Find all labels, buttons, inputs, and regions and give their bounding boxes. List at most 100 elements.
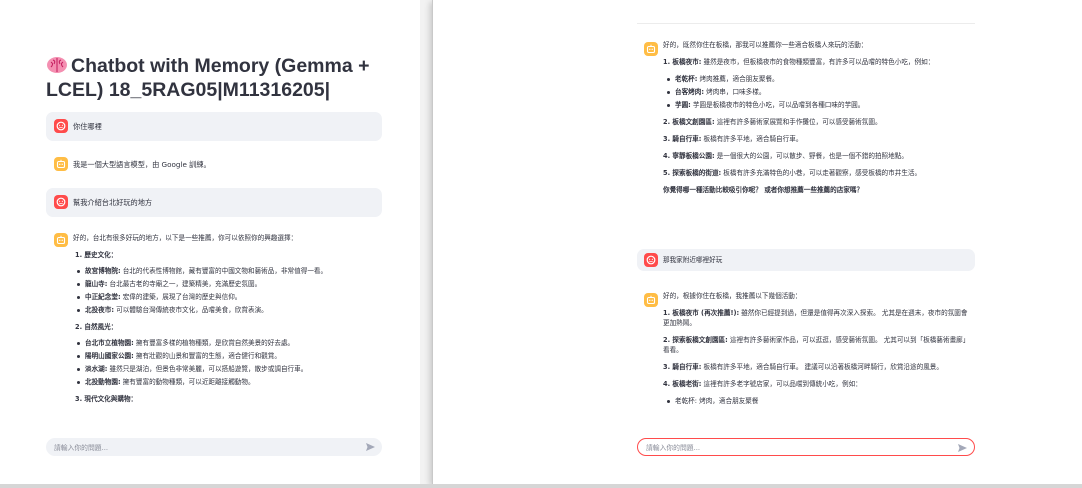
section-heading: 1. 歷史文化： <box>75 251 118 259</box>
left-browser-window: Chatbot with Memory (Gemma + LCEL) 18_5R… <box>0 0 420 488</box>
bot-avatar-icon <box>644 293 658 307</box>
section-heading: 2. 自然風光： <box>75 323 118 331</box>
answer-item: 4. 板橋老街: 這裡有許多老字號店家，可以品嚐到傳統小吃，例如： <box>663 379 969 389</box>
page-title: Chatbot with Memory (Gemma + LCEL) 18_5R… <box>46 54 382 102</box>
item-name: 芋圓: <box>675 101 691 109</box>
chat-input[interactable]: 請輸入你的問題... <box>46 438 382 456</box>
item-name: 淡水湖: <box>85 365 108 373</box>
answer-question: 你覺得哪一種活動比較吸引你呢？ 或者你想推薦一些推薦的店家嗎？ <box>663 186 864 194</box>
chat-message-user: 那我家附近哪裡好玩 <box>637 249 975 271</box>
left-header: Chatbot with Memory (Gemma + LCEL) 18_5R… <box>46 54 382 102</box>
item-name: 3. 騎自行車: <box>663 363 702 371</box>
chat-message-user: 你住哪裡 <box>46 112 382 141</box>
section-list: 台北市立植物園: 擁有豐富多樣的植物種類，是欣賞自然美景的好去處。 陽明山國家公… <box>77 338 373 387</box>
item-name: 北投動物園: <box>85 378 121 386</box>
user-avatar-icon <box>54 195 68 209</box>
message-text: 幫我介紹台北好玩的地方 <box>73 198 153 207</box>
item-name: 4. 板橋老街: <box>663 380 702 388</box>
answer-intro: 好的，既然你住在板橋，那我可以推薦你一些適合板橋人來玩的活動： <box>663 41 868 49</box>
send-icon[interactable] <box>957 443 968 453</box>
list-item: 芋圓: 芋圓是板橋夜市的特色小吃，可以品嚐到各種口味的芋圓。 <box>667 100 969 110</box>
answer-item: 3. 騎自行車: 板橋有許多平地，適合騎自行車。 建議可以沿著板橋河畔騎行，欣賞… <box>663 362 969 372</box>
list-item: 淡水湖: 雖然只是湖泊，但景色非常美麗，可以搭船遊覽，散步或調自行車。 <box>77 364 373 374</box>
list-item: 台客烤肉: 烤肉串，口味多樣。 <box>667 87 969 97</box>
item-name: 龍山寺: <box>85 280 108 288</box>
bot-avatar-icon <box>54 233 68 247</box>
item-desc: 台北最古老的寺廟之一，建築精美，充滿歷史氛圍。 <box>107 280 262 288</box>
item-desc: 是一個很大的公園，可以散步、野餐，也是一個不錯的拍照地點。 <box>714 152 908 160</box>
item-name: 台客烤肉: <box>675 88 705 96</box>
desktop: Chatbot with Memory (Gemma + LCEL) 18_5R… <box>0 0 1082 488</box>
message-text: 我是一個大型語言模型，由 Google 訓練。 <box>73 160 211 169</box>
item-desc: 可以體驗台灣傳統夜市文化，品嚐美食，欣賞表演。 <box>114 306 268 314</box>
item-desc: 板橋有許多充滿特色的小巷，可以走著觀察，感受板橋的市井生活。 <box>721 169 922 177</box>
answer-item: 3. 騎自行車: 板橋有許多平地，適合騎自行車。 <box>663 134 969 144</box>
item-name: 中正紀念堂: <box>85 293 121 301</box>
item-desc: 這裡有許多老字號店家，可以品嚐到傳統小吃，例如： <box>701 380 862 388</box>
answer-item: 4. 寧靜板橋公園: 是一個很大的公園，可以散步、野餐，也是一個不錯的拍照地點。 <box>663 151 969 161</box>
chat-input[interactable]: 請輸入你的問題... <box>637 438 975 456</box>
list-item: 陽明山國家公園: 擁有壯觀的山景和豐富的生態，適合健行和觀賞。 <box>77 351 373 361</box>
item-name: 5. 探索板橋的街道: <box>663 169 722 177</box>
list-item: 北投動物園: 擁有豐富的動物種類，可以近距離接觸動物。 <box>77 377 373 387</box>
item-name: 1. 板橋夜市 (再次推薦!): <box>663 309 740 317</box>
item-name: 2. 板橋文創園區: <box>663 118 715 126</box>
user-avatar-icon <box>644 253 658 267</box>
section-list: 故宮博物院: 台北的代表性博物館，藏有豐富的中國文物和藝術品，非常值得一看。 龍… <box>77 266 373 315</box>
item-name: 台北市立植物園: <box>85 339 134 347</box>
item-name: 1. 板橋夜市: <box>663 58 702 66</box>
section-heading: 3. 現代文化與購物： <box>75 395 138 403</box>
list-item: 老乾杯: 烤肉，適合朋友聚餐 <box>667 396 969 406</box>
item-name: 北投夜市: <box>85 306 115 314</box>
message-text: 那我家附近哪裡好玩 <box>663 256 723 264</box>
item-desc: 芋圓是板橋夜市的特色小吃，可以品嚐到各種口味的芋圓。 <box>690 101 865 109</box>
item-desc: 這裡有許多藝術家展覽和手作攤位，可以感受藝術氛圍。 <box>714 118 882 126</box>
item-desc: 擁有豐富的動物種類，可以近距離接觸動物。 <box>120 378 255 386</box>
item-desc: 宏偉的建築，展現了台灣的歷史與信仰。 <box>120 293 242 301</box>
chat-input-placeholder: 請輸入你的問題... <box>646 444 701 452</box>
answer-intro: 好的，台北有很多好玩的地方，以下是一些推薦，你可以依照你的興趣選擇： <box>73 234 298 242</box>
message-text: 你住哪裡 <box>73 122 102 131</box>
list-item: 老乾杯: 烤肉推薦，適合朋友聚餐。 <box>667 74 969 84</box>
item-desc: 台北的代表性博物館，藏有豐富的中國文物和藝術品，非常值得一看。 <box>120 267 328 275</box>
list-item: 故宮博物院: 台北的代表性博物館，藏有豐富的中國文物和藝術品，非常值得一看。 <box>77 266 373 276</box>
assistant-answer: 好的，根據你住在板橋，我推薦以下幾個活動： 1. 板橋夜市 (再次推薦!): 雖… <box>637 291 975 431</box>
brain-icon <box>47 57 67 73</box>
right-browser-window: 好的，既然你住在板橋，那我可以推薦你一些適合板橋人來玩的活動： 1. 板橋夜市:… <box>432 0 1082 484</box>
page-title-text: Chatbot with Memory (Gemma + LCEL) 18_5R… <box>46 55 370 101</box>
answer-item: 2. 探索板橋文創園區: 這裡有許多藝術家作品，可以逛逛，感受藝術氛圍。 尤其可… <box>663 335 969 355</box>
answer-item: 2. 板橋文創園區: 這裡有許多藝術家展覽和手作攤位，可以感受藝術氛圍。 <box>663 117 969 127</box>
list-item: 北投夜市: 可以體驗台灣傳統夜市文化，品嚐美食，欣賞表演。 <box>77 305 373 315</box>
item-desc: 雖然是夜市，但板橋夜市的食物種類豐富，有許多可以品嚐的特色小吃，例如： <box>701 58 935 66</box>
answer-intro: 好的，根據你住在板橋，我推薦以下幾個活動： <box>663 292 802 300</box>
chat-input-placeholder: 請輸入你的問題... <box>54 444 109 452</box>
item-name: 陽明山國家公園: <box>85 352 134 360</box>
list-item: 中正紀念堂: 宏偉的建築，展現了台灣的歷史與信仰。 <box>77 292 373 302</box>
assistant-answer: 好的，台北有很多好玩的地方，以下是一些推薦，你可以依照你的興趣選擇： 1. 歷史… <box>73 233 373 410</box>
answer-item: 1. 板橋夜市 (再次推薦!): 雖然你已經提到過，但還是值得再次深入探索。 尤… <box>663 308 969 328</box>
bot-avatar-icon <box>644 42 658 56</box>
item-desc: 烤肉串，口味多樣。 <box>704 88 766 96</box>
send-icon[interactable] <box>365 442 376 452</box>
item-name: 3. 騎自行車: <box>663 135 702 143</box>
item-desc: 板橋有許多平地，適合騎自行車。 建議可以沿著板橋河畔騎行，欣賞沿途的風景。 <box>701 363 943 371</box>
item-desc: 擁有壯觀的山景和豐富的生態，適合健行和觀賞。 <box>133 352 281 360</box>
item-name: 故宮博物院: <box>85 267 121 275</box>
bot-avatar-icon <box>54 157 68 171</box>
answer-item: 1. 板橋夜市: 雖然是夜市，但板橋夜市的食物種類豐富，有許多可以品嚐的特色小吃… <box>663 57 969 67</box>
item-desc: 板橋有許多平地，適合騎自行車。 <box>701 135 803 143</box>
divider <box>637 23 975 24</box>
message-body: 好的，根據你住在板橋，我推薦以下幾個活動： 1. 板橋夜市 (再次推薦!): 雖… <box>663 291 969 413</box>
list-item: 龍山寺: 台北最古老的寺廟之一，建築精美，充滿歷史氛圍。 <box>77 279 373 289</box>
item-desc: 擁有豐富多樣的植物種類，是欣賞自然美景的好去處。 <box>133 339 295 347</box>
chat-message-user: 幫我介紹台北好玩的地方 <box>46 188 382 217</box>
answer-item: 5. 探索板橋的街道: 板橋有許多充滿特色的小巷，可以走著觀察，感受板橋的市井生… <box>663 168 969 178</box>
taskbar-strip <box>0 484 1082 488</box>
item-name: 2. 探索板橋文創園區: <box>663 336 728 344</box>
item-name: 4. 寧靜板橋公園: <box>663 152 715 160</box>
answer-sublist: 老乾杯: 烤肉推薦，適合朋友聚餐。 台客烤肉: 烤肉串，口味多樣。 芋圓: 芋圓… <box>667 74 969 110</box>
user-avatar-icon <box>54 119 68 133</box>
item-desc: 烤肉推薦，適合朋友聚餐。 <box>697 75 779 83</box>
chat-message-assistant: 我是一個大型語言模型，由 Google 訓練。 <box>46 150 382 179</box>
item-name: 老乾杯: <box>675 75 698 83</box>
